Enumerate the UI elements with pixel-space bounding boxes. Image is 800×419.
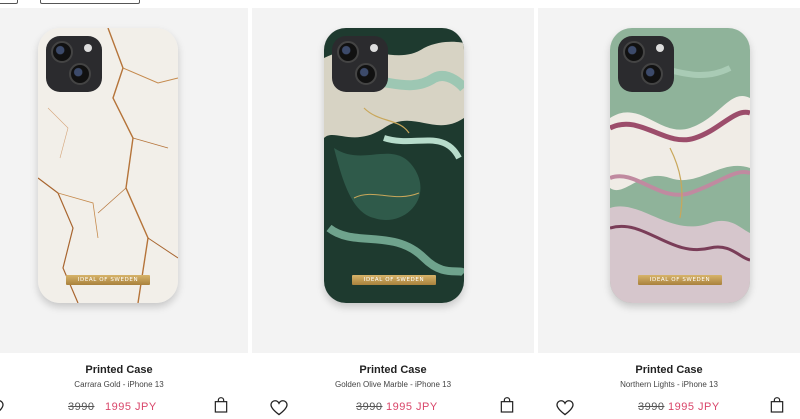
product-grid: IDEAL OF SWEDEN Printed Case Carrara Gol… [0, 8, 800, 419]
sale-price: 1995 JPY [668, 401, 720, 413]
price-row: 3990 1995 JPY [0, 401, 248, 419]
camera-lens [51, 41, 73, 63]
product-image-area[interactable]: IDEAL OF SWEDEN [252, 8, 534, 353]
product-image-carrara-gold[interactable]: IDEAL OF SWEDEN [38, 28, 178, 303]
product-image-area[interactable]: IDEAL OF SWEDEN [538, 8, 800, 353]
product-subtitle: Golden Olive Marble - iPhone 13 [334, 380, 452, 389]
product-title[interactable]: Printed Case [538, 364, 800, 376]
original-price: 3990 [356, 401, 383, 413]
product-subtitle: Carrara Gold - iPhone 13 [74, 380, 164, 389]
top-filter-bar [0, 0, 800, 6]
original-price: 3990 [638, 401, 665, 413]
camera-lens [337, 41, 359, 63]
heart-icon[interactable] [270, 400, 288, 416]
sale-price: 1995 JPY [105, 401, 157, 413]
product-card[interactable]: IDEAL OF SWEDEN Printed Case Golden Oliv… [252, 8, 534, 419]
price-row: 3990 1995 JPY [252, 401, 534, 419]
filter-button[interactable] [0, 0, 18, 4]
heart-icon[interactable] [556, 400, 574, 416]
camera-lens [641, 63, 663, 85]
camera-module [46, 36, 102, 92]
camera-flash [84, 44, 92, 52]
heart-icon[interactable] [0, 400, 4, 416]
shopping-bag-icon[interactable] [214, 397, 228, 413]
shopping-bag-icon[interactable] [770, 397, 784, 413]
product-image-area[interactable]: IDEAL OF SWEDEN [0, 8, 248, 353]
brand-plate: IDEAL OF SWEDEN [638, 275, 722, 285]
brand-plate: IDEAL OF SWEDEN [352, 275, 436, 285]
brand-plate: IDEAL OF SWEDEN [66, 275, 150, 285]
camera-lens [623, 41, 645, 63]
product-image-northern-lights[interactable]: IDEAL OF SWEDEN [610, 28, 750, 303]
product-subtitle: Northern Lights - iPhone 13 [620, 380, 718, 389]
original-price: 3990 [68, 401, 95, 413]
camera-lens [69, 63, 91, 85]
camera-lens [355, 63, 377, 85]
price-row: 3990 1995 JPY [538, 401, 800, 419]
sort-button[interactable] [40, 0, 140, 4]
camera-module [618, 36, 674, 92]
product-card[interactable]: IDEAL OF SWEDEN Printed Case Carrara Gol… [0, 8, 248, 419]
camera-flash [370, 44, 378, 52]
shopping-bag-icon[interactable] [500, 397, 514, 413]
product-title[interactable]: Printed Case [252, 364, 534, 376]
product-image-golden-olive-marble[interactable]: IDEAL OF SWEDEN [324, 28, 464, 303]
camera-module [332, 36, 388, 92]
camera-flash [656, 44, 664, 52]
sale-price: 1995 JPY [386, 401, 438, 413]
product-card[interactable]: IDEAL OF SWEDEN Printed Case Northern Li… [538, 8, 800, 419]
product-title[interactable]: Printed Case [0, 364, 248, 376]
